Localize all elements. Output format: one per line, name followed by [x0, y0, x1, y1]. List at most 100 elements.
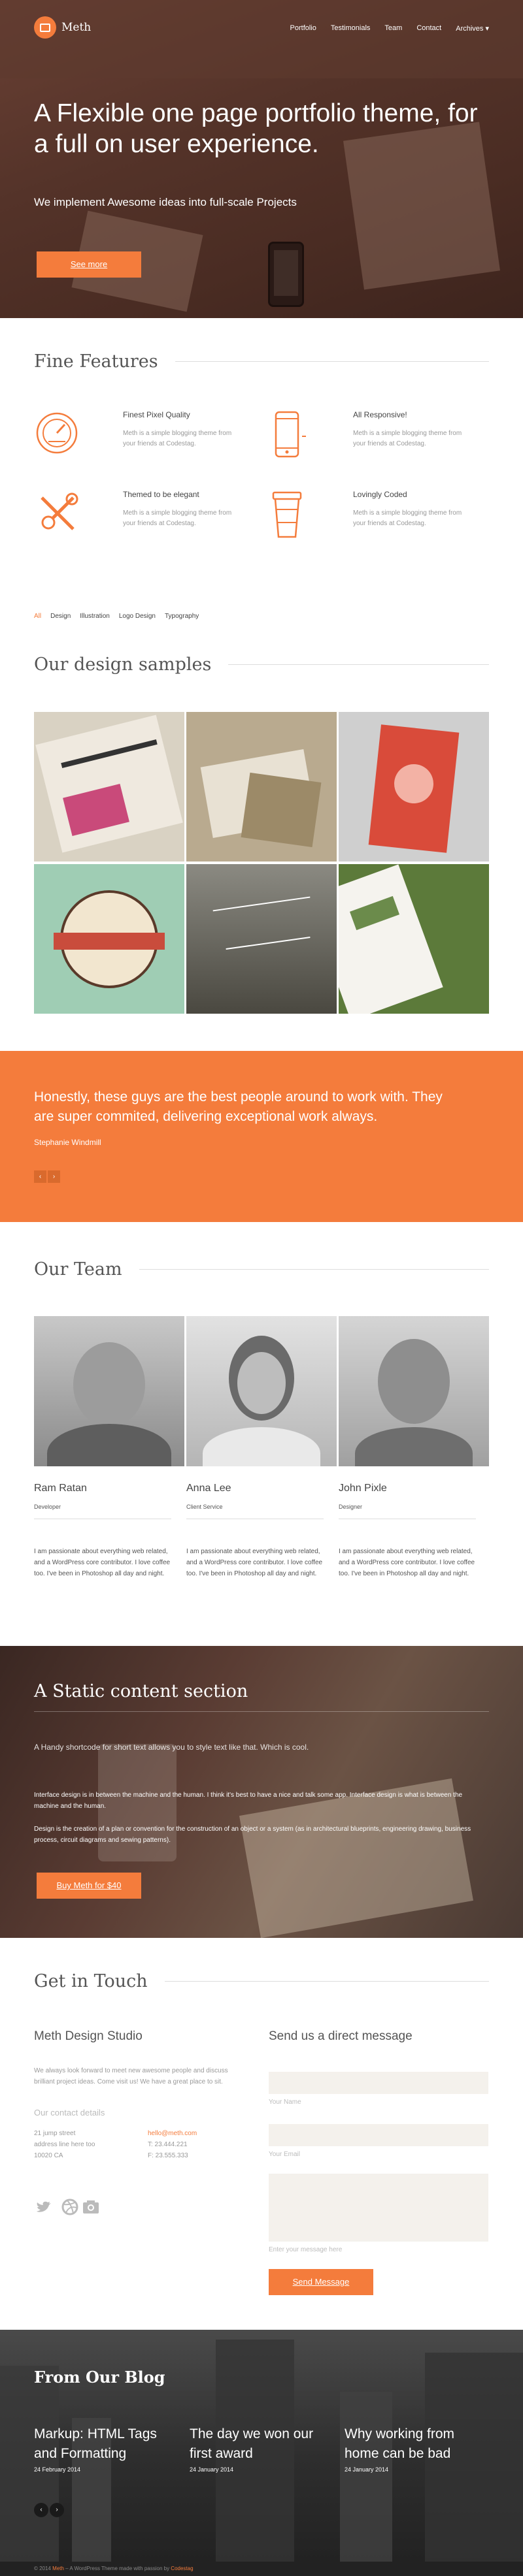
gauge-icon	[36, 412, 78, 454]
contact-details-label: Our contact details	[34, 2108, 105, 2117]
nav-testimonials[interactable]: Testimonials	[331, 24, 371, 33]
hero-section: Meth Portfolio Testimonials Team Contact…	[0, 0, 523, 318]
testimonial-quote: Honestly, these guys are the best people…	[34, 1089, 443, 1124]
portfolio-item-festival-book[interactable]	[339, 712, 489, 861]
section-divider	[164, 1981, 489, 1982]
feature-text: Meth is a simple blogging theme from you…	[123, 509, 232, 527]
filter-illustration[interactable]: Illustration	[80, 613, 110, 620]
nav-portfolio[interactable]: Portfolio	[290, 24, 316, 33]
email-field[interactable]	[269, 2124, 488, 2146]
post-date: 24 February 2014	[34, 2466, 81, 2473]
blog-post[interactable]: Markup: HTML Tags and Formatting 24 Febr…	[34, 2424, 171, 2473]
member-bio: I am passionate about everything web rel…	[339, 1548, 475, 1577]
feature-text: Meth is a simple blogging theme from you…	[353, 430, 462, 447]
filter-logo-design[interactable]: Logo Design	[119, 613, 156, 620]
nav-archives[interactable]: Archives ▾	[456, 24, 489, 33]
hero-background-phone	[268, 242, 304, 307]
feature-text: Meth is a simple blogging theme from you…	[353, 509, 462, 527]
static-content-section: A Static content section A Handy shortco…	[0, 1646, 523, 1938]
footer-credit: – A WordPress Theme made with passion by	[63, 2566, 171, 2571]
avatar	[186, 1316, 337, 1466]
testimonial-next-button[interactable]: ›	[48, 1170, 60, 1183]
hero-background-band	[0, 0, 523, 78]
phone-number: T: 23.444.221	[148, 2141, 188, 2148]
logo-icon	[34, 16, 56, 39]
post-title: Markup: HTML Tags and Formatting	[34, 2426, 157, 2461]
address-line: address line here too	[34, 2141, 95, 2148]
blog-next-button[interactable]: ›	[50, 2503, 64, 2517]
feature-title: Themed to be elegant	[123, 490, 199, 499]
site-footer: © 2014 Meth – A WordPress Theme made wit…	[0, 2562, 523, 2576]
nav-team[interactable]: Team	[384, 24, 402, 33]
contact-title: Get in Touch	[34, 1971, 148, 1991]
hero-title: A Flexible one page portfolio theme, for…	[34, 99, 478, 158]
address-line: 21 jump street	[34, 2130, 76, 2137]
avatar	[34, 1316, 184, 1466]
message-title: Send us a direct message	[269, 2029, 413, 2043]
section-divider	[34, 1711, 489, 1712]
site-logo[interactable]: Meth	[34, 16, 91, 39]
twitter-icon[interactable]	[34, 2197, 54, 2217]
phone-icon	[275, 411, 306, 458]
portfolio-filters: All Design Illustration Logo Design Typo…	[34, 613, 199, 620]
portfolio-item-newspaper[interactable]	[34, 712, 184, 861]
message-field[interactable]	[269, 2174, 488, 2242]
member-bio: I am passionate about everything web rel…	[186, 1548, 323, 1577]
feature-title: Finest Pixel Quality	[123, 410, 190, 419]
contact-methods: hello@meth.com T: 23.444.221 F: 23.555.3…	[148, 2128, 197, 2161]
buy-button[interactable]: Buy Meth for $40	[37, 1873, 141, 1899]
feature-item: Lovingly Coded Meth is a simple blogging…	[264, 490, 480, 549]
logo-text: Meth	[61, 21, 92, 34]
blog-post[interactable]: The day we won our first award 24 Januar…	[190, 2424, 327, 2473]
see-more-button[interactable]: See more	[37, 251, 141, 278]
team-title: Our Team	[34, 1259, 122, 1280]
testimonial-prev-button[interactable]: ‹	[34, 1170, 46, 1183]
blog-post[interactable]: Why working from home can be bad 24 Janu…	[345, 2424, 482, 2473]
avatar	[339, 1316, 489, 1466]
member-name: John Pixle	[339, 1483, 387, 1494]
member-role: Developer	[34, 1504, 61, 1510]
feature-item: Finest Pixel Quality Meth is a simple bl…	[34, 410, 250, 469]
post-date: 24 January 2014	[345, 2466, 389, 2473]
testimonial-section: Honestly, these guys are the best people…	[0, 1051, 523, 1222]
camera-icon[interactable]	[81, 2197, 101, 2217]
name-field-label: Your Name	[269, 2099, 301, 2106]
contact-header: Get in Touch	[34, 1971, 489, 1991]
footer-copyright: © 2014	[34, 2566, 51, 2571]
studio-name: Meth Design Studio	[34, 2029, 143, 2043]
name-field[interactable]	[269, 2072, 488, 2094]
post-title: Why working from home can be bad	[345, 2426, 455, 2461]
filter-typography[interactable]: Typography	[165, 613, 199, 620]
feature-title: All Responsive!	[353, 410, 407, 419]
section-divider	[228, 664, 489, 665]
static-lead: A Handy shortcode for short text allows …	[34, 1743, 309, 1752]
send-message-button[interactable]: Send Message	[269, 2269, 373, 2295]
member-bio: I am passionate about everything web rel…	[34, 1548, 171, 1577]
features-header: Fine Features	[34, 351, 489, 372]
filter-design[interactable]: Design	[50, 613, 71, 620]
tools-icon	[41, 492, 78, 530]
portfolio-item-cards[interactable]	[186, 712, 337, 861]
portfolio-item-climb-to-the-top[interactable]	[186, 864, 337, 1014]
post-date: 24 January 2014	[190, 2466, 234, 2473]
address-line: 10020 CA	[34, 2152, 63, 2159]
footer-site-link[interactable]: Meth	[52, 2566, 64, 2571]
blog-prev-button[interactable]: ‹	[34, 2503, 48, 2517]
portfolio-gallery	[34, 712, 489, 1014]
portfolio-item-dollys-kitchen[interactable]	[34, 864, 184, 1014]
filter-all[interactable]: All	[34, 613, 41, 620]
team-header: Our Team	[34, 1259, 489, 1280]
feature-title: Lovingly Coded	[353, 490, 407, 499]
email-link[interactable]: hello@meth.com	[148, 2128, 197, 2139]
nav-contact[interactable]: Contact	[416, 24, 441, 33]
blog-background-building	[340, 2392, 392, 2562]
portfolio-header: Our design samples	[34, 654, 489, 675]
footer-author-link[interactable]: Codestag	[171, 2566, 193, 2571]
member-name: Anna Lee	[186, 1483, 231, 1494]
dribbble-icon[interactable]	[60, 2197, 80, 2217]
portfolio-item-magazine[interactable]	[339, 864, 489, 1014]
features-title: Fine Features	[34, 351, 158, 372]
member-role: Designer	[339, 1504, 363, 1510]
message-field-label: Enter your message here	[269, 2246, 343, 2253]
portfolio-title: Our design samples	[34, 654, 212, 675]
